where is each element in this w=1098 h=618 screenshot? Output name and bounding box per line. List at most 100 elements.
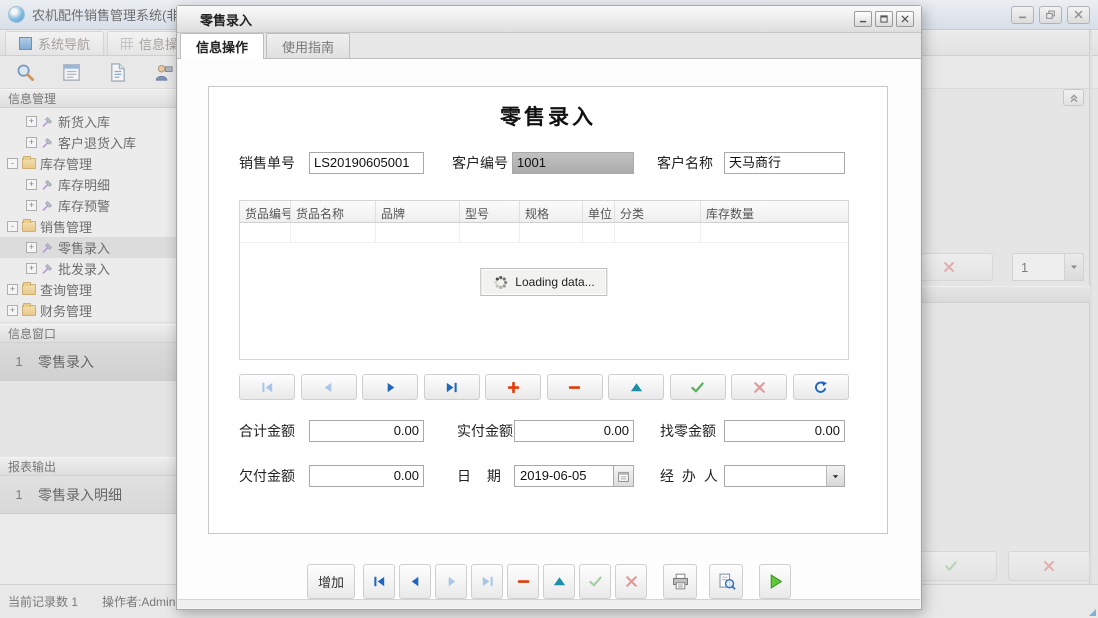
col-model[interactable]: 型号 [460, 201, 520, 222]
expander-icon[interactable]: + [26, 179, 37, 190]
expander-icon[interactable]: + [7, 284, 18, 295]
tree-item-query-mgmt[interactable]: + 查询管理 [0, 279, 180, 300]
check-icon [690, 380, 705, 395]
date-picker-button[interactable] [614, 465, 634, 487]
expander-icon[interactable]: - [7, 158, 18, 169]
screen: 农机配件销售管理系统(非注册 系统导航 信息操作 信息管理 + [0, 0, 1098, 618]
tree-item-customer-return-in[interactable]: + 客户退货入库 [0, 132, 180, 153]
grid-first-button[interactable] [239, 374, 295, 400]
grid-post-button[interactable] [608, 374, 664, 400]
col-unit[interactable]: 单位 [583, 201, 615, 222]
grid-cancel-button[interactable] [731, 374, 787, 400]
operator-combo[interactable] [724, 465, 845, 487]
dialog-maximize-button[interactable] [875, 11, 893, 27]
print-button[interactable] [663, 564, 697, 599]
owed-amount-input[interactable]: 0.00 [309, 465, 424, 487]
paid-amount-input[interactable]: 0.00 [514, 420, 634, 442]
tree-item-inventory-alert[interactable]: + 库存预警 [0, 195, 180, 216]
background-delete-button[interactable] [1008, 551, 1090, 581]
tree-item-new-stock-in[interactable]: + 新货入库 [0, 111, 180, 132]
close-button[interactable] [1067, 6, 1090, 24]
tree-item-label: 库存管理 [40, 154, 92, 173]
customer-name-input[interactable]: 天马商行 [724, 152, 845, 174]
tab-system-nav[interactable]: 系统导航 [5, 31, 104, 55]
tree-item-inventory-detail[interactable]: + 库存明细 [0, 174, 180, 195]
sale-no-input[interactable]: LS20190605001 [309, 152, 424, 174]
nav-square-icon [19, 37, 32, 50]
tree-item-finance-mgmt[interactable]: + 财务管理 [0, 300, 180, 321]
col-goods-name[interactable]: 货品名称 [291, 201, 376, 222]
grid-prev-button[interactable] [301, 374, 357, 400]
operator-combo-value [725, 466, 826, 486]
expander-icon[interactable]: + [26, 137, 37, 148]
dialog-tab-info-operation[interactable]: 信息操作 [180, 33, 264, 59]
col-stock-qty[interactable]: 库存数量 [701, 201, 848, 222]
tree-item-inventory-mgmt[interactable]: - 库存管理 [0, 153, 180, 174]
add-record-button[interactable]: 增加 [307, 564, 355, 599]
total-amount-input[interactable]: 0.00 [309, 420, 424, 442]
dialog-tab-user-guide[interactable]: 使用指南 [266, 33, 350, 58]
expander-icon[interactable]: + [26, 116, 37, 127]
grid-confirm-button[interactable] [670, 374, 726, 400]
dialog-minimize-button[interactable] [854, 11, 872, 27]
restore-button[interactable] [1039, 6, 1062, 24]
change-amount-input[interactable]: 0.00 [724, 420, 845, 442]
expander-icon[interactable]: - [7, 221, 18, 232]
page-magnifier-icon [717, 572, 736, 591]
tree-item-retail-entry[interactable]: + 零售录入 [0, 237, 180, 258]
toolbar-post-button[interactable] [543, 564, 575, 599]
record-count: 当前记录数 1 [8, 593, 78, 610]
tree-item-sales-mgmt[interactable]: - 销售管理 [0, 216, 180, 237]
section-info-management[interactable]: 信息管理 [0, 89, 180, 108]
grid-remove-button[interactable] [547, 374, 603, 400]
tree-item-label: 新货入库 [58, 112, 110, 131]
grid-next-button[interactable] [362, 374, 418, 400]
grid-add-button[interactable] [485, 374, 541, 400]
toolbar-confirm-button[interactable] [579, 564, 611, 599]
col-spec[interactable]: 规格 [520, 201, 583, 222]
panel-collapse-button[interactable] [1063, 89, 1084, 106]
toolbar-last-button[interactable] [471, 564, 503, 599]
col-category[interactable]: 分类 [615, 201, 701, 222]
date-input[interactable]: 2019-06-05 [514, 465, 614, 487]
grid-refresh-button[interactable] [793, 374, 849, 400]
report-button[interactable] [54, 58, 89, 87]
loading-spinner-icon [493, 275, 508, 290]
col-goods-no[interactable]: 货品编号 [240, 201, 291, 222]
tool-icon [41, 115, 54, 128]
last-icon [444, 380, 459, 395]
section-report-output[interactable]: 报表输出 [0, 457, 180, 476]
toolbar-remove-button[interactable] [507, 564, 539, 599]
toolbar-prev-button[interactable] [399, 564, 431, 599]
col-brand[interactable]: 品牌 [376, 201, 460, 222]
expander-icon[interactable]: + [26, 263, 37, 274]
expander-icon[interactable]: + [7, 305, 18, 316]
chevron-down-icon [826, 466, 844, 486]
minimize-button[interactable] [1011, 6, 1034, 24]
dialog-tab-label: 使用指南 [282, 37, 334, 56]
background-page-dropdown[interactable]: 1 [1012, 253, 1084, 281]
dialog-close-button[interactable] [896, 11, 914, 27]
document-button[interactable] [100, 58, 135, 87]
info-window-row-retail-entry[interactable]: 1 零售录入 [0, 343, 180, 381]
toolbar-cancel-button[interactable] [615, 564, 647, 599]
x-icon [1042, 559, 1056, 573]
expander-icon[interactable]: + [26, 242, 37, 253]
grid-last-button[interactable] [424, 374, 480, 400]
row-label: 零售录入明细 [38, 485, 122, 505]
first-icon [260, 380, 275, 395]
dialog-title: 零售录入 [200, 10, 252, 29]
print-preview-button[interactable] [709, 564, 743, 599]
toolbar-next-button[interactable] [435, 564, 467, 599]
report-row-retail-entry-detail[interactable]: 1 零售录入明细 [0, 476, 180, 514]
toolbar-first-button[interactable] [363, 564, 395, 599]
run-button[interactable] [759, 564, 791, 599]
section-info-window[interactable]: 信息窗口 [0, 324, 180, 343]
resize-grip[interactable] [1089, 609, 1096, 616]
expander-icon[interactable]: + [26, 200, 37, 211]
customer-no-input[interactable]: 1001 [512, 152, 634, 174]
tree-item-wholesale-entry[interactable]: + 批发录入 [0, 258, 180, 279]
search-button[interactable] [8, 58, 43, 87]
folder-icon [22, 284, 36, 295]
goods-grid[interactable]: 货品编号 货品名称 品牌 型号 规格 单位 分类 库存数量 [239, 200, 849, 360]
